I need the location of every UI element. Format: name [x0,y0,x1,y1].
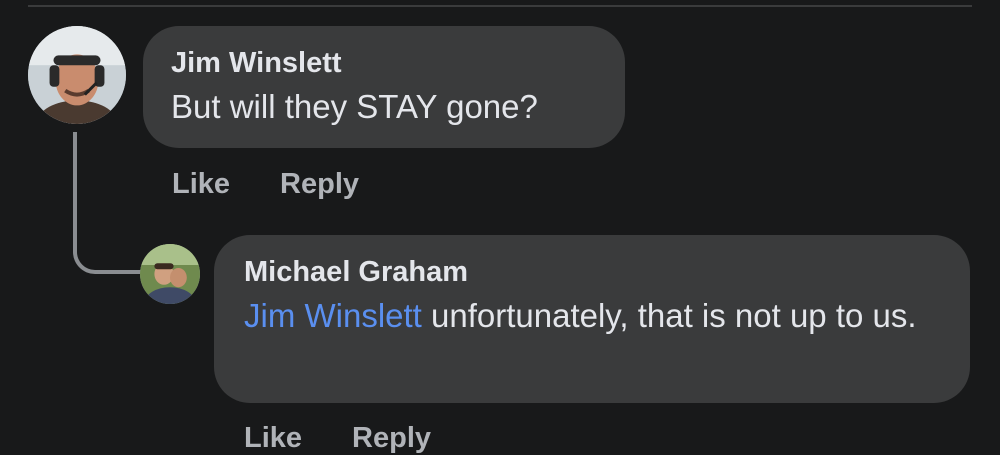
reply-button[interactable]: Reply [280,168,359,201]
avatar[interactable] [28,26,126,124]
reply-button[interactable]: Reply [352,422,431,455]
reply-author[interactable]: Michael Graham [244,253,940,291]
reply-bubble: Michael Graham Jim Winslett unfortunatel… [214,235,970,403]
user-mention-link[interactable]: Jim Winslett [244,297,422,334]
reply-thread-connector [73,132,143,274]
profile-photo-michael [140,244,200,304]
reply-text-content: unfortunately, that is not up to us. [421,297,917,334]
comment-text: But will they STAY gone? [171,88,538,125]
top-divider [28,5,972,7]
avatar[interactable] [140,244,200,304]
comment-bubble: Jim Winslett But will they STAY gone? [143,26,625,148]
comment-author[interactable]: Jim Winslett [171,44,597,82]
like-button[interactable]: Like [244,422,302,455]
reply-actions: Like Reply [244,422,431,455]
comment-actions: Like Reply [172,168,359,201]
reply-text: Jim Winslett unfortunately, that is not … [244,293,940,339]
like-button[interactable]: Like [172,168,230,201]
profile-photo-jim [28,26,126,124]
